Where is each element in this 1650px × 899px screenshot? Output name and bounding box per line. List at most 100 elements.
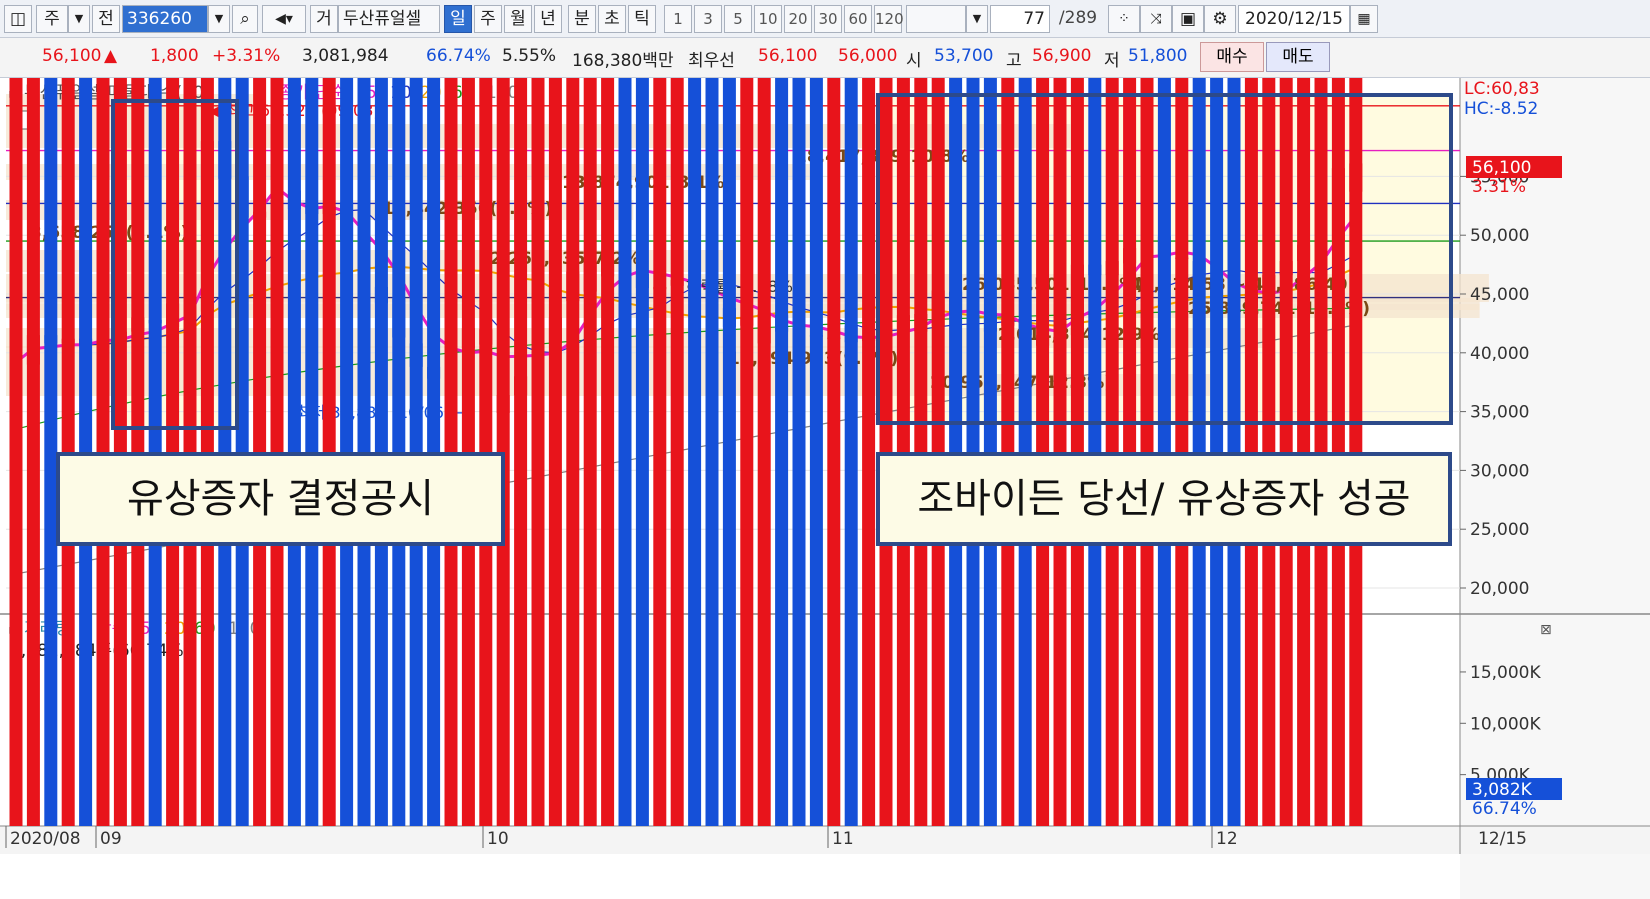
highlight-box-right xyxy=(876,93,1453,425)
volume-bar xyxy=(844,78,858,826)
stock-code-input[interactable]: 336260 xyxy=(122,5,208,33)
last-volume-label: 3,082K xyxy=(1472,780,1533,800)
calendar-icon[interactable]: ▦ xyxy=(1350,5,1378,33)
count-input[interactable]: 77 xyxy=(990,5,1050,33)
period-tab[interactable]: 년 xyxy=(534,5,562,33)
volume-bar xyxy=(9,78,23,826)
volume-bar xyxy=(566,78,580,826)
interval-button[interactable]: 30 xyxy=(814,5,842,33)
volume-bar xyxy=(740,78,754,826)
best-bid: 56,000 xyxy=(838,46,898,66)
volume-bar xyxy=(722,78,736,826)
price-tick-label: 25,000 xyxy=(1470,520,1529,540)
best-bid-label: 최우선 xyxy=(688,51,735,71)
open-label: 시 xyxy=(906,51,922,71)
highlight-box-left xyxy=(111,99,239,430)
interval-button[interactable]: 1 xyxy=(664,5,692,33)
volume-bar xyxy=(653,78,667,826)
interval-button[interactable]: 120 xyxy=(874,5,904,33)
save-icon[interactable]: ▣ xyxy=(1172,5,1204,33)
panel-close-icon: ⊠ xyxy=(1540,622,1552,638)
price-tick-label: 40,000 xyxy=(1470,344,1529,364)
volume-bar xyxy=(531,78,545,826)
gear-icon[interactable]: ⚙ xyxy=(1204,5,1236,33)
period-tab[interactable]: 틱 xyxy=(628,5,656,33)
volume-bar xyxy=(827,78,841,826)
volume-value: 3,081,984 xyxy=(302,46,389,66)
volume-bar xyxy=(26,78,40,826)
volume-bar xyxy=(601,78,615,826)
buy-button[interactable]: 매수 xyxy=(1200,42,1264,72)
price-change: 1,800 xyxy=(150,46,199,66)
price-tick-label: 45,000 xyxy=(1470,285,1529,305)
best-ask: 56,100 xyxy=(758,46,818,66)
volume-bar xyxy=(757,78,771,826)
quote-bar: 56,100 ▲ 1,800 +3.31% 3,081,984 66.74% 5… xyxy=(0,38,1650,78)
speaker-icon[interactable]: ◀▾ xyxy=(262,5,306,33)
open-price: 53,700 xyxy=(934,46,994,66)
x-tick-label: 10 xyxy=(487,829,509,849)
turnover-rate: 5.55% xyxy=(502,46,557,66)
x-end-label: 12/15 xyxy=(1478,829,1527,849)
low-price: 51,800 xyxy=(1128,46,1188,66)
interval-button[interactable]: 20 xyxy=(784,5,812,33)
hc-label: HC:-8.52 xyxy=(1464,99,1538,119)
volume-bar xyxy=(809,78,823,826)
high-label: 고 xyxy=(1006,51,1022,71)
period-tab[interactable]: 분 xyxy=(568,5,596,33)
search-icon[interactable]: ⌕ xyxy=(232,5,258,33)
market-type-select[interactable]: 주 xyxy=(36,5,68,33)
lc-label: LC:60,83 xyxy=(1464,79,1540,99)
volume-bar xyxy=(688,78,702,826)
high-price: 56,900 xyxy=(1032,46,1092,66)
volume-bar xyxy=(583,78,597,826)
volume-bar xyxy=(862,78,876,826)
change-percent: +3.31% xyxy=(212,46,281,66)
volume-tick-label: 15,000K xyxy=(1470,663,1541,683)
volume-bar xyxy=(514,78,528,826)
interval-button[interactable]: 3 xyxy=(694,5,722,33)
volume-bar xyxy=(548,78,562,826)
volume-bar xyxy=(635,78,649,826)
period-tab[interactable]: 초 xyxy=(598,5,626,33)
low-label: 저 xyxy=(1104,51,1120,71)
price-tick-label: 20,000 xyxy=(1470,579,1529,599)
code-dropdown-icon[interactable]: ▼ xyxy=(208,5,230,33)
trend-icon[interactable]: ⁘ xyxy=(1108,5,1140,33)
current-price: 56,100 xyxy=(42,46,102,66)
period-tab[interactable]: 월 xyxy=(504,5,532,33)
trade-button[interactable]: 거 xyxy=(310,5,338,33)
change-arrow-icon: ▲ xyxy=(104,46,118,66)
last-change-label: 3.31% xyxy=(1472,177,1526,197)
x-tick-label: 11 xyxy=(832,829,854,849)
note-right: 조바이든 당선/ 유상증자 성공 xyxy=(876,452,1452,546)
last-price-label: 56,100 xyxy=(1472,158,1531,178)
volume-bar xyxy=(792,78,806,826)
period-tab[interactable]: 주 xyxy=(474,5,502,33)
count-total: /289 xyxy=(1058,8,1098,28)
layout-icon[interactable]: ◫ xyxy=(4,5,32,33)
volume-bar xyxy=(670,78,684,826)
interval-input[interactable] xyxy=(906,5,966,33)
date-input[interactable]: 2020/12/15 xyxy=(1238,5,1350,33)
trade-amount: 168,380백만 xyxy=(572,51,674,71)
chevron-down-icon[interactable]: ▼ xyxy=(68,5,90,33)
period-tab[interactable]: 일 xyxy=(444,5,472,33)
sell-button[interactable]: 매도 xyxy=(1266,42,1330,72)
interval-button[interactable]: 10 xyxy=(754,5,782,33)
volume-ratio: 66.74% xyxy=(426,46,491,66)
interval-button[interactable]: 5 xyxy=(724,5,752,33)
axis-icon[interactable]: ⤨ xyxy=(1140,5,1172,33)
interval-button[interactable]: 60 xyxy=(844,5,872,33)
stock-name: 두산퓨얼셀 xyxy=(338,5,440,33)
toolbar: ◫ 주 ▼ 전 336260 ▼ ⌕ ◀▾ 거 두산퓨얼셀 일주월년분초틱 13… xyxy=(0,0,1650,38)
x-tick-label: 2020/08 xyxy=(10,829,81,849)
price-tick-label: 35,000 xyxy=(1470,403,1529,423)
last-volume-ratio: 66.74% xyxy=(1472,799,1537,819)
volume-tick-label: 10,000K xyxy=(1470,714,1541,734)
interval-dropdown-icon[interactable]: ▼ xyxy=(966,5,988,33)
x-tick-label: 12 xyxy=(1216,829,1238,849)
price-tick-label: 30,000 xyxy=(1470,461,1529,481)
volume-bar xyxy=(705,78,719,826)
prev-button[interactable]: 전 xyxy=(92,5,120,33)
